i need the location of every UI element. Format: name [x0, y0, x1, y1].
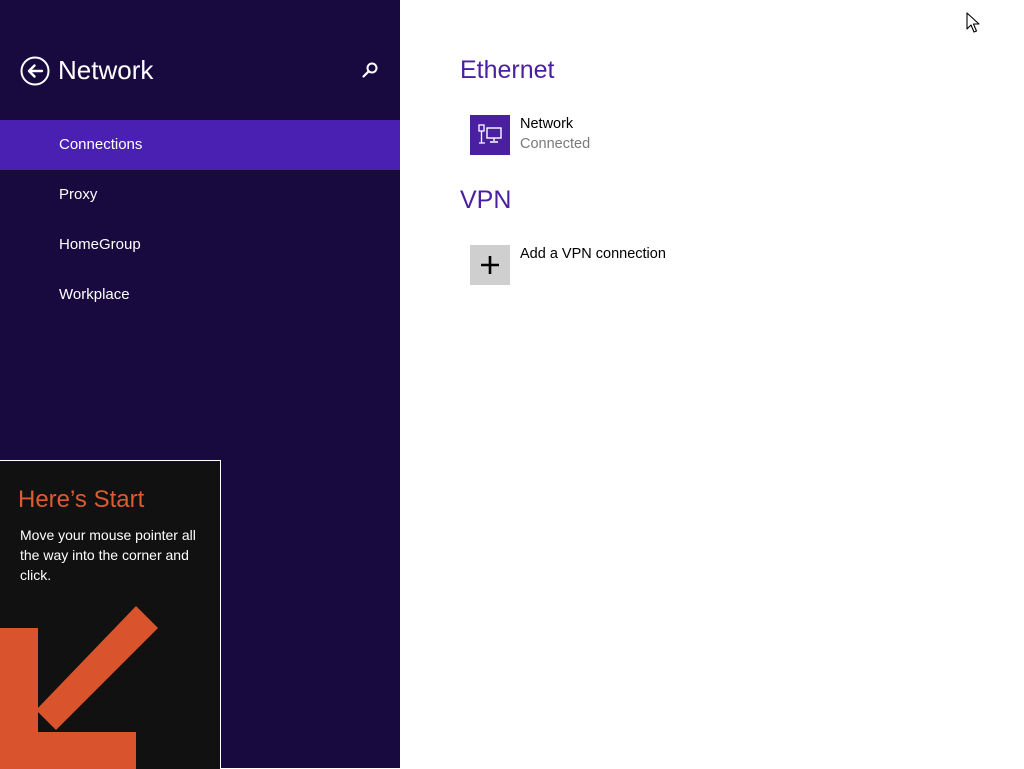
connection-text: Network Connected	[520, 115, 590, 155]
vpn-heading: VPN	[460, 186, 512, 214]
ethernet-network-icon	[470, 115, 510, 155]
tip-title: Here’s Start	[18, 486, 145, 513]
back-arrow-icon[interactable]	[20, 56, 50, 86]
sidebar-item-workplace[interactable]: Workplace	[0, 270, 400, 320]
sidebar-header: Network	[20, 55, 153, 86]
sidebar-item-label: Workplace	[59, 286, 130, 303]
add-vpn-text: Add a VPN connection	[520, 245, 666, 285]
sidebar-item-label: HomeGroup	[59, 236, 141, 253]
add-vpn-button[interactable]: Add a VPN connection	[470, 245, 666, 285]
connection-name: Network	[520, 116, 574, 132]
search-icon[interactable]	[360, 60, 380, 80]
ethernet-connection-item[interactable]: Network Connected	[470, 115, 590, 155]
main-content: Ethernet Network Connected VPN Add a VPN…	[400, 0, 1024, 768]
ethernet-heading: Ethernet	[460, 56, 555, 84]
sidebar-item-connections[interactable]: Connections	[0, 120, 400, 170]
sidebar-item-proxy[interactable]: Proxy	[0, 170, 400, 220]
plus-icon	[470, 245, 510, 285]
page-title: Network	[58, 55, 154, 85]
sidebar-item-homegroup[interactable]: HomeGroup	[0, 220, 400, 270]
tip-body: Move your mouse pointer all the way into…	[20, 527, 196, 583]
sidebar-item-label: Connections	[59, 136, 143, 153]
down-left-arrow-icon	[0, 606, 158, 769]
add-vpn-label: Add a VPN connection	[520, 246, 666, 262]
start-tip-panel: Here’s Start Move your mouse pointer all…	[0, 460, 221, 769]
connection-status: Connected	[520, 136, 591, 152]
sidebar-nav: Connections Proxy HomeGroup Workplace	[0, 120, 400, 320]
sidebar-item-label: Proxy	[59, 186, 98, 203]
mouse-pointer-icon	[966, 12, 980, 33]
